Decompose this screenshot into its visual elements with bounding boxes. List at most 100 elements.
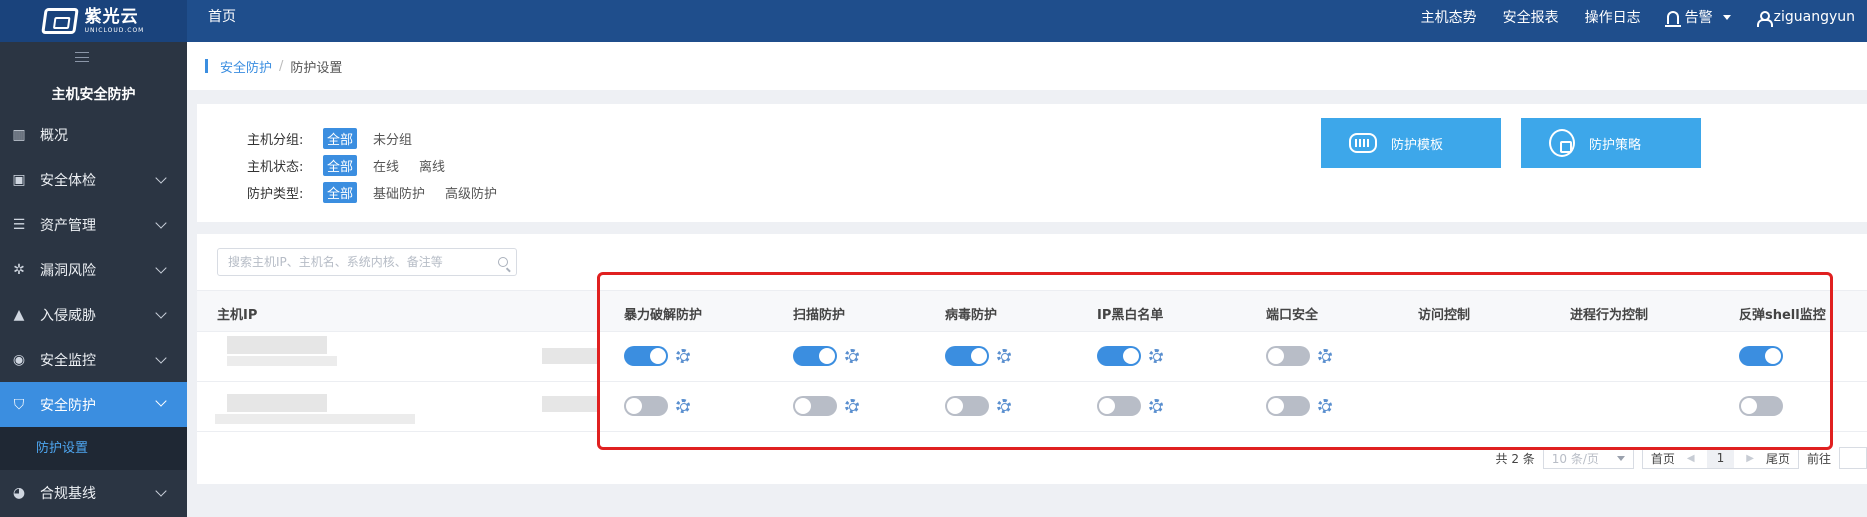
sidebar-item-overview[interactable]: ▥ 概况 <box>0 112 187 157</box>
toggle-switch[interactable] <box>945 346 989 366</box>
logo-subtext: UNICLOUD.COM <box>84 26 145 34</box>
home-link[interactable]: 首页 <box>208 0 236 42</box>
warning-icon: ▲ <box>13 306 25 323</box>
sidebar-menu: ▥ 概况 ▣ 安全体检 ☰ 资产管理 ✲ 漏洞风险 ▲ 入侵威胁 ◉ 安全监控 <box>0 112 187 515</box>
last-page-button[interactable]: 尾页 <box>1766 450 1790 467</box>
filter-chip[interactable]: 全部 <box>323 182 358 203</box>
sidebar-item-assets[interactable]: ☰ 资产管理 <box>0 202 187 247</box>
toggle-switch[interactable] <box>945 396 989 416</box>
search-box <box>217 248 517 276</box>
logo-text: 紫光云 <box>84 6 139 27</box>
toggle-cell <box>1266 396 1332 416</box>
chart-icon: ▥ <box>12 126 26 143</box>
search-input[interactable] <box>228 255 488 269</box>
toggle-switch[interactable] <box>1097 396 1141 416</box>
logo[interactable]: 紫光云 UNICLOUD.COM <box>0 0 187 42</box>
nav-operation-log[interactable]: 操作日志 <box>1585 7 1641 27</box>
toggle-switch[interactable] <box>1739 396 1783 416</box>
monitor-icon: ◉ <box>12 351 26 368</box>
toggle-cell <box>945 396 1011 416</box>
nav-host-status[interactable]: 主机态势 <box>1421 7 1477 27</box>
column-header: 主机IP <box>217 308 258 323</box>
current-page[interactable]: 1 <box>1706 448 1735 468</box>
redacted-host-name <box>215 414 415 424</box>
sidebar: 主机安全防护 ▥ 概况 ▣ 安全体检 ☰ 资产管理 ✲ 漏洞风险 ▲ 入侵威胁 … <box>0 42 187 517</box>
page-size-select[interactable]: 10 条/页 <box>1542 447 1634 469</box>
filter-chip[interactable]: 离线 <box>415 155 449 176</box>
nav-security-report[interactable]: 安全报表 <box>1503 7 1559 27</box>
toggle-switch[interactable] <box>1266 346 1310 366</box>
sidebar-item-intrusion[interactable]: ▲ 入侵威胁 <box>0 292 187 337</box>
toggle-switch[interactable] <box>1266 396 1310 416</box>
sidebar-item-label: 安全体检 <box>40 172 96 189</box>
strategy-icon <box>1549 129 1575 157</box>
gear-icon[interactable] <box>845 399 859 413</box>
shield-icon: ⛉ <box>13 396 25 413</box>
goto-page-input[interactable] <box>1839 447 1867 469</box>
username: ziguangyun <box>1773 9 1855 25</box>
menu-collapse-icon[interactable] <box>75 52 89 62</box>
pagination: 共 2 条 10 条/页 首页 ◀ 1 ▶ 尾页 前往 <box>1496 446 1867 470</box>
gear-icon[interactable] <box>997 399 1011 413</box>
logo-icon <box>40 8 79 34</box>
bug-icon: ✲ <box>13 261 25 278</box>
page-size-value: 10 条/页 <box>1551 451 1599 466</box>
sidebar-item-label: 合规基线 <box>40 485 96 502</box>
alarm-menu[interactable]: 告警 <box>1664 7 1731 27</box>
toggle-cell <box>1097 396 1163 416</box>
column-header: 病毒防护 <box>945 308 998 323</box>
chevron-down-icon <box>155 172 167 184</box>
filter-chip[interactable]: 全部 <box>323 128 358 149</box>
sidebar-item-checkup[interactable]: ▣ 安全体检 <box>0 157 187 202</box>
gear-icon[interactable] <box>997 349 1011 363</box>
protection-strategy-button[interactable]: 防护策略 <box>1521 118 1701 168</box>
filter-chip[interactable]: 基础防护 <box>369 182 429 203</box>
gear-icon[interactable] <box>1149 399 1163 413</box>
gear-icon[interactable] <box>1149 349 1163 363</box>
sidebar-item-label: 安全监控 <box>40 352 96 369</box>
pie-icon: ◕ <box>12 484 26 501</box>
toggle-switch[interactable] <box>624 346 668 366</box>
filter-row-type: 防护类型: 全部 基础防护 高级防护 <box>247 182 513 203</box>
gear-icon[interactable] <box>845 349 859 363</box>
sidebar-item-vulnerability[interactable]: ✲ 漏洞风险 <box>0 247 187 292</box>
sidebar-subitem-protection-settings[interactable]: 防护设置 <box>0 427 187 470</box>
redacted-host-name <box>227 356 337 366</box>
gear-icon[interactable] <box>676 349 690 363</box>
sidebar-item-label: 安全防护 <box>40 397 96 414</box>
chevron-down-icon <box>1722 14 1731 20</box>
filter-chip[interactable]: 未分组 <box>369 128 416 149</box>
sidebar-item-label: 概况 <box>40 127 68 144</box>
gear-icon[interactable] <box>1318 399 1332 413</box>
filter-row-group: 主机分组: 全部 未分组 <box>247 128 428 149</box>
filter-chip[interactable]: 全部 <box>323 155 358 176</box>
toggle-switch[interactable] <box>624 396 668 416</box>
gear-icon[interactable] <box>1318 349 1332 363</box>
filter-chip[interactable]: 在线 <box>369 155 403 176</box>
chevron-down-icon <box>155 217 167 229</box>
sidebar-item-protection[interactable]: ⛉ 安全防护 <box>0 382 187 427</box>
next-page-icon[interactable]: ▶ <box>1746 453 1754 464</box>
search-icon[interactable] <box>498 257 508 267</box>
column-header: 扫描防护 <box>793 308 846 323</box>
redacted-host-info <box>542 348 597 364</box>
toggle-switch[interactable] <box>1739 346 1783 366</box>
protection-template-button[interactable]: 防护模板 <box>1321 118 1501 168</box>
filter-row-status: 主机状态: 全部 在线 离线 <box>247 155 461 176</box>
toggle-switch[interactable] <box>1097 346 1141 366</box>
filter-chip[interactable]: 高级防护 <box>441 182 501 203</box>
gear-icon[interactable] <box>676 399 690 413</box>
toggle-switch[interactable] <box>793 346 837 366</box>
first-page-button[interactable]: 首页 <box>1651 450 1675 467</box>
keyboard-icon <box>1349 133 1377 153</box>
filter-panel: 主机分组: 全部 未分组 主机状态: 全部 在线 离线 防护类型: 全部 基础防… <box>197 104 1867 222</box>
user-menu[interactable]: ziguangyun <box>1756 9 1855 27</box>
filter-label: 主机分组: <box>247 133 304 148</box>
toggle-cell <box>1266 346 1332 366</box>
breadcrumb-parent[interactable]: 安全防护 <box>220 57 272 76</box>
sidebar-item-monitoring[interactable]: ◉ 安全监控 <box>0 337 187 382</box>
column-header: 端口安全 <box>1266 308 1319 323</box>
sidebar-item-compliance[interactable]: ◕ 合规基线 <box>0 470 187 515</box>
toggle-switch[interactable] <box>793 396 837 416</box>
prev-page-icon[interactable]: ◀ <box>1687 453 1695 464</box>
